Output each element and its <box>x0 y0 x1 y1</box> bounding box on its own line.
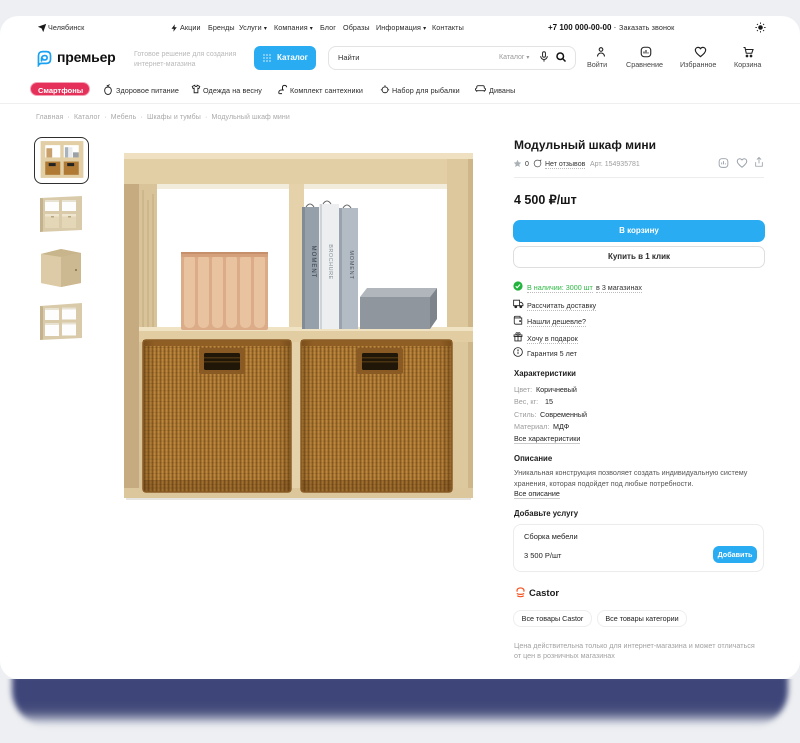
svg-text:BROCHURE: BROCHURE <box>327 244 333 279</box>
svg-text:MOMENT: MOMENT <box>310 246 316 279</box>
svg-text:MOMENT: MOMENT <box>348 250 354 279</box>
